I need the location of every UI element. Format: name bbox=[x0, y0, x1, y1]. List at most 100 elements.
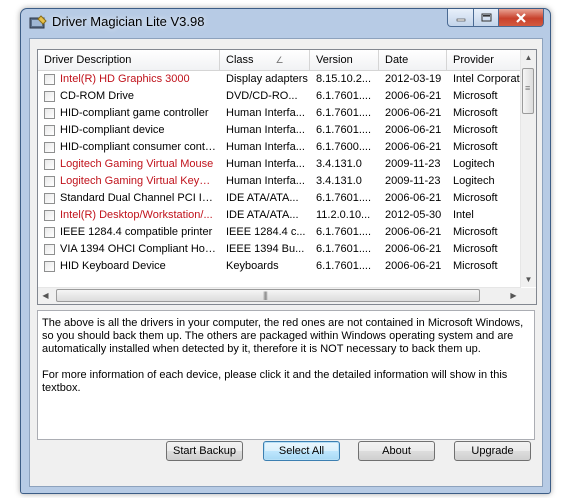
cell-provider: Microsoft bbox=[453, 260, 498, 272]
cell-provider: Intel Corporat bbox=[453, 73, 520, 85]
table-row[interactable]: HID-compliant device Human Interfa... 6.1.… bbox=[38, 122, 521, 139]
cell-class: Keyboards bbox=[226, 260, 279, 272]
column-header-date[interactable]: Date bbox=[379, 50, 447, 70]
scroll-left-icon[interactable]: ◀ bbox=[38, 288, 53, 303]
row-checkbox[interactable] bbox=[44, 108, 55, 119]
cell-date: 2006-06-21 bbox=[385, 226, 442, 238]
maximize-button[interactable] bbox=[474, 9, 499, 27]
cell-class: IEEE 1394 Bu... bbox=[226, 243, 305, 255]
app-icon bbox=[29, 15, 47, 29]
cell-class: IDE ATA/ATA... bbox=[226, 192, 299, 204]
row-checkbox[interactable] bbox=[44, 227, 55, 238]
cell-version: 3.4.131.0 bbox=[316, 158, 362, 170]
info-paragraph: The above is all the drivers in your com… bbox=[42, 317, 524, 355]
row-checkbox[interactable] bbox=[44, 176, 55, 187]
cell-desc: HID-compliant consumer contro... bbox=[60, 141, 216, 153]
row-checkbox[interactable] bbox=[44, 125, 55, 136]
row-checkbox[interactable] bbox=[44, 74, 55, 85]
scroll-down-icon[interactable]: ▼ bbox=[521, 272, 536, 287]
column-header-class[interactable]: Class ∠ bbox=[220, 50, 310, 70]
table-row[interactable]: HID Keyboard Device Keyboards 6.1.7601....… bbox=[38, 258, 521, 275]
cell-version: 6.1.7601.... bbox=[316, 107, 372, 119]
table-row[interactable]: IEEE 1284.4 compatible printer IEEE 1284.… bbox=[38, 224, 521, 241]
grip-icon: ||| bbox=[263, 290, 268, 300]
minimize-icon bbox=[456, 18, 465, 21]
minimize-button[interactable] bbox=[447, 9, 474, 27]
info-textbox[interactable]: The above is all the drivers in your com… bbox=[37, 310, 535, 440]
cell-version: 6.1.7601.... bbox=[316, 243, 372, 255]
cell-class: Human Interfa... bbox=[226, 158, 305, 170]
maximize-icon bbox=[481, 13, 491, 22]
table-row[interactable]: Logitech Gaming Virtual Keybo... Human In… bbox=[38, 173, 521, 190]
table-row[interactable]: Logitech Gaming Virtual Mouse Human Inter… bbox=[38, 156, 521, 173]
column-header-version[interactable]: Version bbox=[310, 50, 379, 70]
cell-version: 6.1.7601.... bbox=[316, 192, 372, 204]
table-row[interactable]: Intel(R) Desktop/Workstation/... IDE ATA/… bbox=[38, 207, 521, 224]
cell-version: 3.4.131.0 bbox=[316, 175, 362, 187]
table-row[interactable]: VIA 1394 OHCI Compliant Host ... IEEE 139… bbox=[38, 241, 521, 258]
column-header-label: Class bbox=[226, 54, 254, 66]
column-header-description[interactable]: Driver Description bbox=[38, 50, 220, 70]
cell-version: 6.1.7601.... bbox=[316, 124, 372, 136]
cell-provider: Microsoft bbox=[453, 243, 498, 255]
cell-version: 6.1.7601.... bbox=[316, 226, 372, 238]
window-title: Driver Magician Lite V3.98 bbox=[52, 14, 205, 29]
cell-desc: Intel(R) HD Graphics 3000 bbox=[60, 73, 190, 85]
cell-class: Human Interfa... bbox=[226, 124, 305, 136]
scroll-up-icon[interactable]: ▲ bbox=[521, 50, 536, 65]
scrollbar-corner bbox=[521, 288, 536, 304]
column-header-label: Version bbox=[316, 54, 353, 66]
row-checkbox[interactable] bbox=[44, 244, 55, 255]
about-button[interactable]: About bbox=[358, 441, 435, 461]
app-window: Driver Magician Lite V3.98 Driver Descri… bbox=[20, 8, 551, 494]
row-checkbox[interactable] bbox=[44, 261, 55, 272]
cell-provider: Logitech bbox=[453, 175, 495, 187]
cell-provider: Microsoft bbox=[453, 124, 498, 136]
cell-provider: Microsoft bbox=[453, 90, 498, 102]
cell-date: 2006-06-21 bbox=[385, 107, 442, 119]
cell-desc: HID-compliant game controller bbox=[60, 107, 209, 119]
sort-indicator-icon: ∠ bbox=[275, 55, 284, 65]
horizontal-scroll-thumb[interactable]: ||| bbox=[56, 289, 480, 302]
cell-class: IEEE 1284.4 c... bbox=[226, 226, 306, 238]
row-checkbox[interactable] bbox=[44, 142, 55, 153]
title-bar[interactable]: Driver Magician Lite V3.98 bbox=[21, 9, 550, 35]
close-button[interactable] bbox=[499, 9, 544, 27]
table-row[interactable]: HID-compliant game controller Human Inter… bbox=[38, 105, 521, 122]
cell-version: 8.15.10.2... bbox=[316, 73, 372, 85]
column-header-provider[interactable]: Provider bbox=[447, 50, 521, 70]
row-checkbox[interactable] bbox=[44, 193, 55, 204]
cell-desc: VIA 1394 OHCI Compliant Host ... bbox=[60, 243, 216, 255]
cell-provider: Microsoft bbox=[453, 192, 498, 204]
table-row[interactable]: CD-ROM Drive DVD/CD-RO... 6.1.7601.... 2006… bbox=[38, 88, 521, 105]
driver-list[interactable]: Driver Description Class ∠ Version Date P… bbox=[37, 49, 537, 305]
start-backup-button[interactable]: Start Backup bbox=[166, 441, 243, 461]
horizontal-scrollbar[interactable]: ◀ ||| ▶ bbox=[38, 287, 521, 304]
client-area: Driver Description Class ∠ Version Date P… bbox=[29, 38, 543, 487]
cell-date: 2006-06-21 bbox=[385, 90, 442, 102]
row-checkbox[interactable] bbox=[44, 210, 55, 221]
cell-date: 2012-05-30 bbox=[385, 209, 442, 221]
cell-class: Human Interfa... bbox=[226, 141, 305, 153]
select-all-button[interactable]: Select All bbox=[263, 441, 340, 461]
row-checkbox[interactable] bbox=[44, 159, 55, 170]
cell-version: 11.2.0.10... bbox=[316, 209, 371, 221]
cell-desc: HID-compliant device bbox=[60, 124, 165, 136]
column-header-label: Provider bbox=[453, 54, 494, 66]
vertical-scroll-thumb[interactable]: ≡ bbox=[522, 68, 534, 114]
cell-date: 2009-11-23 bbox=[385, 158, 441, 170]
row-checkbox[interactable] bbox=[44, 91, 55, 102]
table-row[interactable]: Standard Dual Channel PCI ID... IDE ATA/A… bbox=[38, 190, 521, 207]
table-row[interactable]: HID-compliant consumer contro... Human In… bbox=[38, 139, 521, 156]
cell-desc: Logitech Gaming Virtual Keybo... bbox=[60, 175, 216, 187]
scroll-right-icon[interactable]: ▶ bbox=[506, 288, 521, 303]
table-row[interactable]: Intel(R) HD Graphics 3000 Display adapter… bbox=[38, 71, 521, 88]
cell-date: 2006-06-21 bbox=[385, 260, 442, 272]
upgrade-button[interactable]: Upgrade bbox=[454, 441, 531, 461]
vertical-scrollbar[interactable]: ▲ ≡ ▼ bbox=[520, 50, 536, 287]
cell-date: 2012-03-19 bbox=[385, 73, 442, 85]
cell-desc: Logitech Gaming Virtual Mouse bbox=[60, 158, 214, 170]
cell-provider: Microsoft bbox=[453, 141, 498, 153]
cell-version: 6.1.7600.... bbox=[316, 141, 372, 153]
cell-class: DVD/CD-RO... bbox=[226, 90, 298, 102]
